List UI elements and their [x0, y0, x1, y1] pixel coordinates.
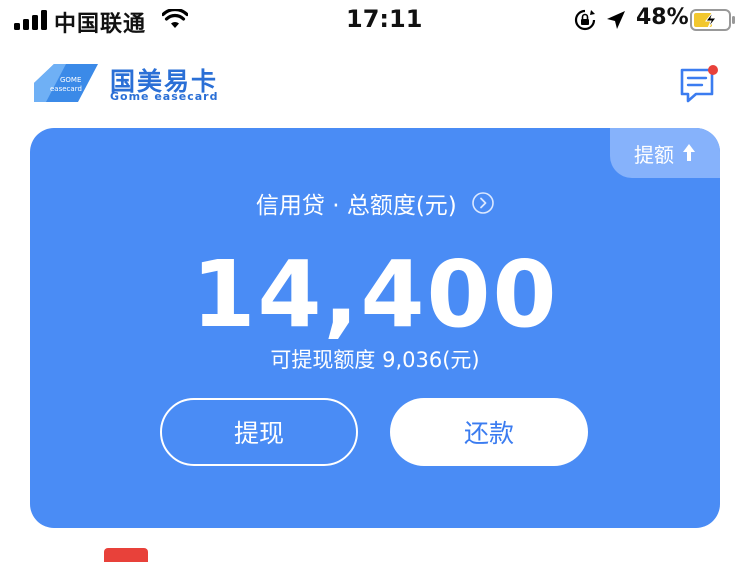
battery-charging-icon	[690, 9, 735, 31]
withdraw-button[interactable]: 提现	[160, 398, 358, 466]
credit-title-row[interactable]: 信用贷 · 总额度(元)	[30, 186, 720, 220]
status-bar: 中国联通 17:11 48%	[0, 0, 750, 40]
withdraw-label: 提现	[233, 419, 284, 448]
clock-time: 17:11	[346, 5, 423, 33]
battery-percent: 48%	[636, 5, 689, 30]
wifi-icon	[162, 9, 188, 28]
svg-text:GOME: GOME	[60, 76, 81, 84]
available-withdraw-amount: 可提现额度 9,036(元)	[270, 348, 480, 372]
up-arrow-icon	[683, 144, 695, 161]
total-credit-amount: 14,400	[191, 241, 559, 348]
signal-icon	[14, 10, 47, 30]
repay-label: 还款	[463, 419, 514, 448]
location-arrow-icon	[607, 11, 625, 29]
raise-limit-label: 提额	[634, 142, 674, 167]
orientation-lock-icon	[574, 9, 596, 31]
message-icon[interactable]	[678, 64, 720, 104]
logo-english-text: Gome easecard	[110, 90, 219, 103]
raise-limit-button[interactable]: 提额	[610, 128, 720, 178]
hot-badge	[104, 548, 148, 562]
chevron-right-icon[interactable]	[472, 192, 494, 214]
repay-button[interactable]: 还款	[390, 398, 588, 466]
app-logo: GOME easecard 国美易卡 Gome easecard	[30, 60, 220, 106]
credit-card-panel: 提额 信用贷 · 总额度(元) 14,400 可提现额度 9,036(元) 提现…	[30, 128, 720, 528]
svg-text:easecard: easecard	[50, 85, 82, 93]
carrier-name: 中国联通	[54, 12, 147, 37]
credit-title: 信用贷 · 总额度(元)	[255, 193, 457, 219]
gome-logo-icon: GOME easecard	[34, 64, 98, 102]
